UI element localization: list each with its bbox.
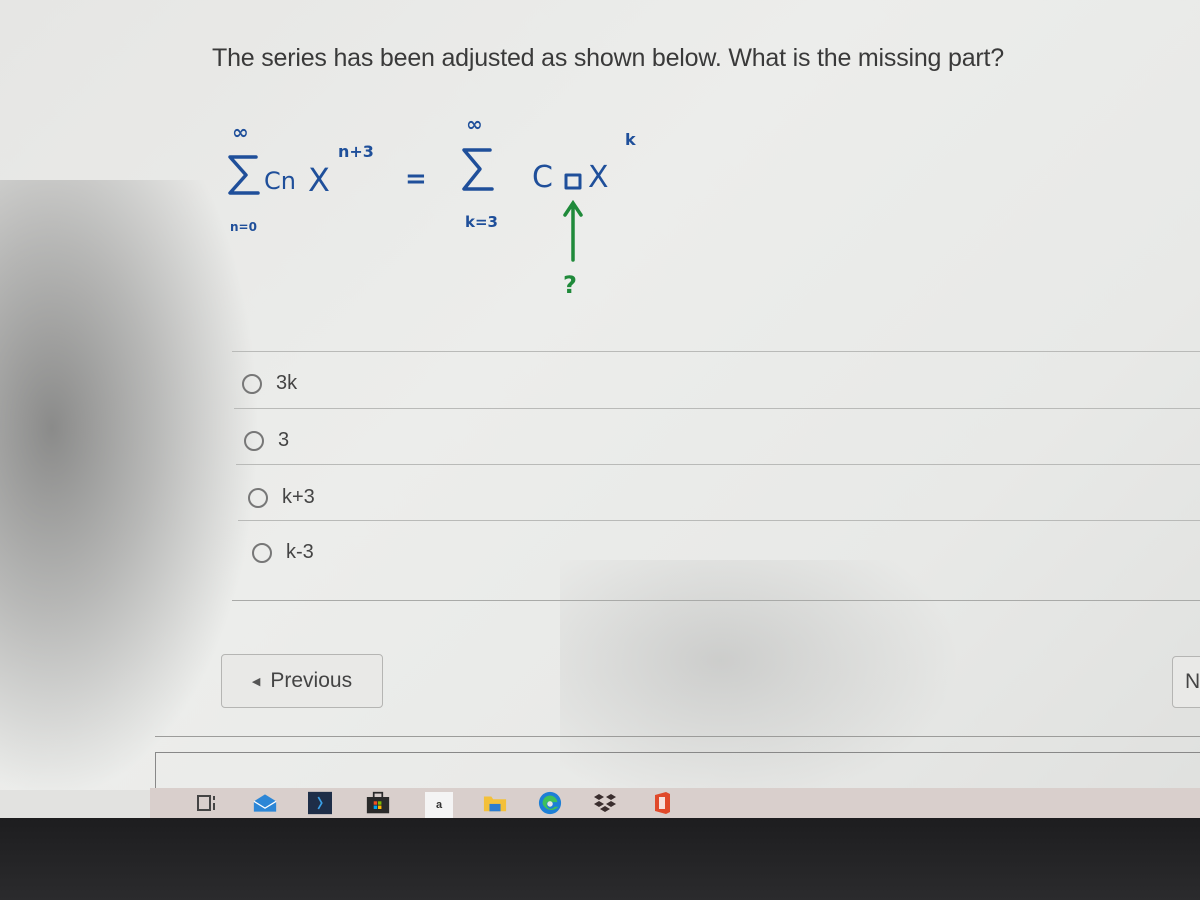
- option-divider: [234, 408, 1200, 409]
- mail-icon[interactable]: [253, 792, 277, 814]
- equals-sign: =: [405, 164, 427, 194]
- edge-icon[interactable]: [538, 791, 562, 815]
- left-sum-lower: n=0: [230, 220, 257, 234]
- radio-button[interactable]: [252, 542, 272, 563]
- next-label: N: [1185, 670, 1200, 693]
- right-base: X: [588, 160, 609, 195]
- left-term: Cn: [264, 167, 296, 195]
- option-label: k-3: [286, 541, 314, 563]
- missing-index-box: [564, 173, 582, 190]
- radio-button[interactable]: [244, 430, 264, 451]
- right-exponent: k: [625, 130, 636, 149]
- right-sigma-symbol: [462, 148, 494, 191]
- question-text: The series has been adjusted as shown be…: [212, 44, 1004, 72]
- dropbox-icon[interactable]: [593, 792, 617, 814]
- option-label: 3: [278, 429, 290, 451]
- footer-divider: [155, 736, 1200, 737]
- amazon-icon[interactable]: a: [425, 792, 453, 818]
- footer-panel: [155, 752, 1200, 793]
- option-label: 3k: [276, 372, 298, 394]
- file-explorer-icon[interactable]: [483, 792, 507, 814]
- option-3[interactable]: 3: [244, 429, 289, 452]
- radio-button[interactable]: [248, 487, 268, 508]
- office-icon[interactable]: [650, 792, 674, 814]
- option-k-plus-3[interactable]: k+3: [248, 486, 315, 509]
- left-sum-upper: ∞: [232, 120, 249, 144]
- microsoft-store-icon[interactable]: [366, 791, 390, 814]
- left-base: X: [308, 161, 330, 199]
- option-3k[interactable]: 3k: [242, 372, 297, 395]
- previous-button[interactable]: ◀ Previous: [221, 654, 383, 708]
- option-label: k+3: [282, 486, 315, 508]
- option-divider: [236, 464, 1200, 465]
- missing-marker: ?: [563, 271, 577, 299]
- amazon-glyph: a: [435, 799, 443, 811]
- next-button[interactable]: N: [1172, 656, 1200, 708]
- option-divider: [238, 520, 1200, 521]
- task-view-icon[interactable]: [195, 792, 219, 814]
- option-k-minus-3[interactable]: k-3: [252, 541, 314, 564]
- option-divider: [232, 351, 1200, 352]
- right-sum-lower: k=3: [465, 213, 498, 231]
- pointer-arrow-icon: [563, 199, 583, 262]
- series-formula: ∞ n=0 Cn X n+3 = ∞ k=3 C X k ?: [228, 112, 636, 299]
- monitor-bezel: [0, 818, 1200, 900]
- right-sum-upper: ∞: [466, 112, 483, 136]
- radio-button[interactable]: [242, 373, 262, 394]
- caret-left-icon: ◀: [251, 675, 261, 688]
- previous-label: Previous: [270, 669, 353, 692]
- app-icon[interactable]: [308, 791, 332, 815]
- left-sigma-symbol: [228, 155, 260, 195]
- left-exponent: n+3: [338, 142, 374, 161]
- taskbar-left-area: [0, 790, 150, 818]
- right-coef: C: [532, 160, 553, 195]
- options-bottom-border: [232, 600, 1200, 601]
